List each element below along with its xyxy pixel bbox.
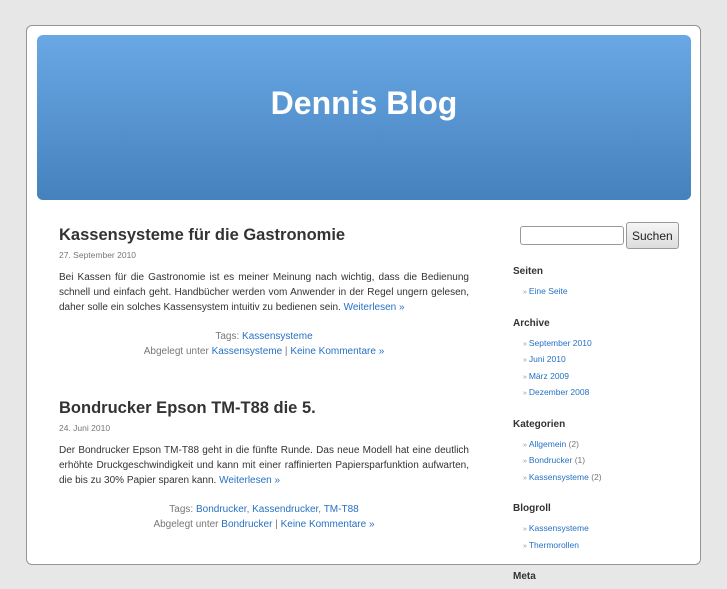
tag-link[interactable]: TM-T88 — [324, 504, 359, 515]
post-meta: Tags: Bondrucker, Kassendrucker, TM-T88 … — [153, 504, 375, 530]
category-link[interactable]: Bondrucker — [221, 519, 272, 530]
widget-title: Archive — [513, 317, 550, 329]
tags-label: Tags: — [215, 331, 240, 342]
comments-link[interactable]: Keine Kommentare » — [290, 346, 384, 357]
post-date: 27. September 2010 — [59, 250, 137, 260]
page-wrapper: Dennis Blog Kassensysteme für die Gastro… — [26, 25, 701, 582]
header: Dennis Blog — [37, 35, 691, 200]
archive-link[interactable]: Juni 2010 — [529, 354, 566, 364]
tag-link[interactable]: Bondrucker — [196, 504, 247, 515]
tag-link[interactable]: Kassendrucker — [252, 504, 318, 515]
widget-meta: Meta — [513, 571, 683, 582]
read-more-link[interactable]: Weiterlesen » — [344, 302, 405, 313]
blogroll-link[interactable]: Kassensysteme — [529, 523, 589, 533]
widget-categories: Kategorien Allgemein (2) Bondrucker (1) … — [513, 419, 683, 487]
post: Bondrucker Epson TM-T88 die 5. 24. Juni … — [59, 399, 469, 532]
widget-blogroll: Blogroll Kassensysteme Thermorollen — [513, 503, 683, 554]
category-count: (2) — [568, 438, 579, 449]
post-title[interactable]: Bondrucker Epson TM-T88 die 5. — [59, 399, 316, 417]
comments-link[interactable]: Keine Kommentare » — [281, 519, 375, 530]
widget-pages: Seiten Eine Seite — [513, 266, 683, 301]
post-meta: Tags: Kassensysteme Abgelegt unter Kasse… — [143, 331, 385, 357]
archive-link[interactable]: März 2009 — [529, 371, 569, 381]
search-form: Suchen — [520, 222, 683, 249]
widget-title: Meta — [513, 571, 536, 582]
tags-label: Tags: — [169, 504, 194, 515]
category-link[interactable]: Kassensysteme — [212, 346, 283, 357]
archive-link[interactable]: September 2010 — [529, 338, 592, 348]
widget-title: Blogroll — [513, 503, 551, 514]
category-count: (1) — [574, 455, 586, 465]
content: Kassensysteme für die Gastronomie 27. Se… — [59, 226, 469, 572]
widget-archive: Archive September 2010 Juni 2010 März 20… — [513, 318, 683, 402]
page-link[interactable]: Eine Seite — [529, 286, 568, 296]
post: Kassensysteme für die Gastronomie 27. Se… — [59, 226, 469, 359]
filed-label: Abgelegt unter — [153, 519, 219, 530]
search-input[interactable] — [520, 226, 624, 245]
category-link[interactable]: Bondrucker — [529, 455, 572, 465]
sidebar: Suchen Seiten Eine Seite Archive Septemb… — [513, 222, 683, 589]
post-date: 24. Juni 2010 — [59, 423, 111, 433]
category-count: (2) — [591, 471, 602, 482]
excerpt-text: Bei Kassen für die Gastronomie ist es me… — [59, 272, 469, 313]
category-link[interactable]: Kassensysteme — [529, 472, 589, 482]
tag-link[interactable]: Kassensysteme — [242, 331, 313, 342]
widget-title: Kategorien — [513, 418, 566, 430]
blog-title[interactable]: Dennis Blog — [271, 85, 458, 121]
post-excerpt: Bei Kassen für die Gastronomie ist es me… — [59, 270, 469, 315]
post-title[interactable]: Kassensysteme für die Gastronomie — [59, 226, 345, 244]
widget-title: Seiten — [513, 266, 544, 277]
post-excerpt: Der Bondrucker Epson TM-T88 geht in die … — [59, 443, 469, 488]
archive-link[interactable]: Dezember 2008 — [529, 387, 589, 397]
category-link[interactable]: Allgemein — [529, 439, 566, 449]
search-button[interactable]: Suchen — [626, 222, 679, 249]
read-more-link[interactable]: Weiterlesen » — [219, 475, 280, 486]
filed-label: Abgelegt unter — [143, 346, 209, 357]
